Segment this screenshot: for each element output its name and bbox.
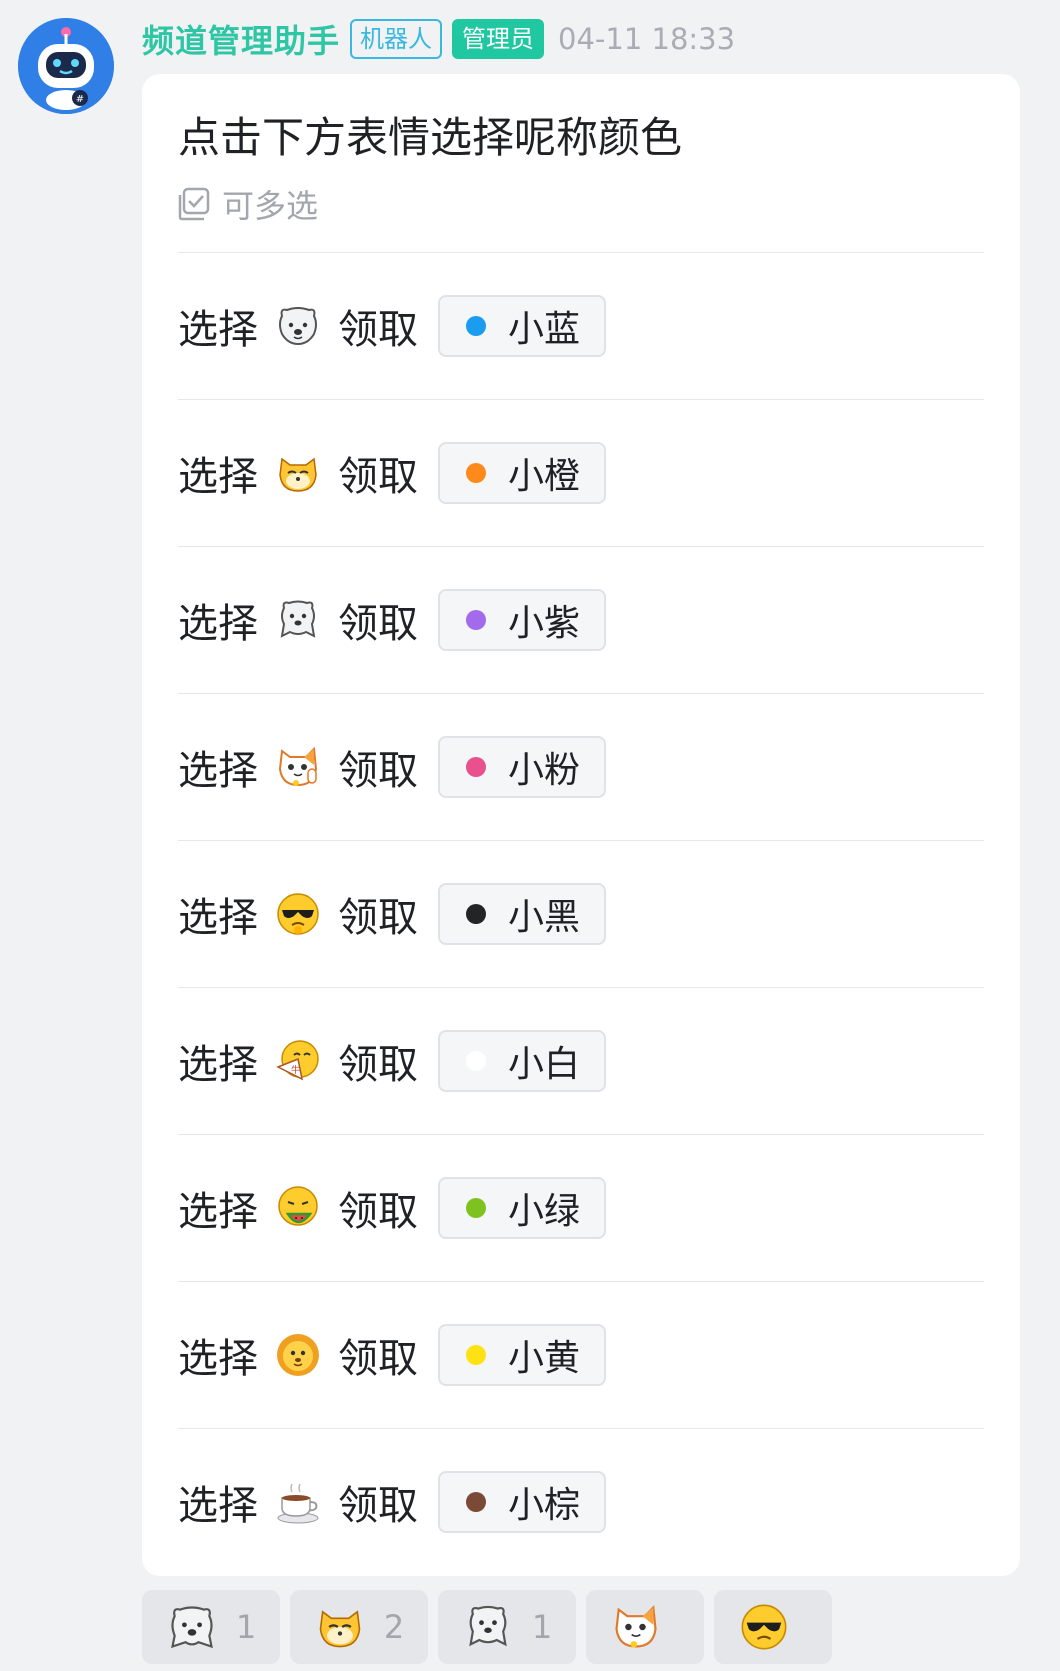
select-label: 选择	[178, 1336, 258, 1382]
watermelon-face-icon	[274, 1184, 322, 1232]
color-option-row: 选择 牛 领取 小白	[178, 987, 984, 1134]
color-option-row: 选择 领取 小紫	[178, 546, 984, 693]
lucky-cat-icon	[274, 743, 322, 791]
reaction-count: 1	[235, 1608, 257, 1646]
select-label: 选择	[178, 748, 258, 794]
reaction-count: 1	[531, 1608, 553, 1646]
color-button-orange[interactable]: 小橙	[438, 442, 606, 504]
lion-icon	[274, 1331, 322, 1379]
color-name: 小黄	[508, 1338, 581, 1379]
message-time: 04-11 18:33	[558, 22, 736, 56]
bot-badge: 机器人	[350, 19, 443, 59]
color-dot	[466, 1345, 486, 1365]
select-label: 选择	[178, 307, 258, 353]
lucky-cat-icon	[615, 1605, 657, 1648]
color-option-row: 选择 领取 小蓝	[178, 252, 984, 399]
color-option-list: 选择 领取 小蓝 选择 领取 小橙 选择 领取 小紫 选择 领取 小粉 选择 领…	[178, 252, 984, 1575]
select-label: 选择	[178, 454, 258, 500]
color-button-white[interactable]: 小白	[438, 1030, 606, 1092]
color-option-row: 选择 领取 小棕	[178, 1428, 984, 1575]
claim-label: 领取	[338, 1483, 418, 1529]
card-title: 点击下方表情选择呢称颜色	[178, 113, 683, 162]
coffee-icon	[274, 1478, 322, 1526]
bear-icon	[170, 1606, 213, 1649]
claim-label: 领取	[338, 748, 418, 794]
claim-label: 领取	[338, 1336, 418, 1382]
reaction-count: 2	[383, 1608, 405, 1646]
color-option-row: 选择 领取 小黄	[178, 1281, 984, 1428]
color-dot	[466, 1492, 486, 1512]
fan-face-icon: 牛	[274, 1037, 322, 1085]
multi-select-label: 可多选	[222, 187, 319, 225]
reaction-sunglasses[interactable]	[714, 1590, 832, 1664]
color-button-pink[interactable]: 小粉	[438, 736, 606, 798]
color-name: 小绿	[508, 1191, 581, 1232]
color-dot	[466, 757, 486, 777]
color-button-purple[interactable]: 小紫	[438, 589, 606, 651]
color-dot	[466, 463, 486, 483]
color-name: 小棕	[508, 1485, 581, 1526]
color-button-green[interactable]: 小绿	[438, 1177, 606, 1239]
claim-label: 领取	[338, 1189, 418, 1235]
sunglasses-face-icon	[274, 890, 322, 938]
color-dot	[466, 316, 486, 336]
message-header: 频道管理助手 机器人 管理员 04-11 18:33	[142, 16, 735, 62]
claim-label: 领取	[338, 601, 418, 647]
bear-icon	[274, 302, 322, 350]
color-dot	[466, 1198, 486, 1218]
svg-text:牛: 牛	[291, 1064, 300, 1076]
color-dot	[466, 1051, 486, 1071]
color-name: 小白	[508, 1044, 581, 1085]
reaction-lucky-cat[interactable]	[586, 1590, 704, 1664]
color-option-row: 选择 领取 小橙	[178, 399, 984, 546]
bear-waving-icon	[274, 596, 322, 644]
fox-icon	[274, 449, 322, 497]
fox-icon	[319, 1610, 361, 1648]
color-option-row: 选择 领取 小粉	[178, 693, 984, 840]
color-name: 小橙	[508, 456, 581, 497]
admin-badge: 管理员	[452, 19, 545, 59]
bot-avatar[interactable]: #	[18, 18, 114, 114]
color-button-brown[interactable]: 小棕	[438, 1471, 606, 1533]
message-card: 点击下方表情选择呢称颜色 可多选 选择 领取 小蓝 选择 领取 小橙 选择 领取…	[142, 74, 1020, 1576]
color-dot	[466, 904, 486, 924]
sender-name[interactable]: 频道管理助手	[142, 16, 340, 62]
color-dot	[466, 610, 486, 630]
color-option-row: 选择 领取 小绿	[178, 1134, 984, 1281]
reaction-bear-waving[interactable]: 1	[438, 1590, 576, 1664]
color-button-blue[interactable]: 小蓝	[438, 295, 606, 357]
color-name: 小蓝	[508, 309, 581, 350]
sunglasses-face-icon	[741, 1604, 787, 1650]
reaction-fox[interactable]: 2	[290, 1590, 428, 1664]
bear-waving-icon	[469, 1605, 507, 1647]
claim-label: 领取	[338, 1042, 418, 1088]
color-button-black[interactable]: 小黑	[438, 883, 606, 945]
color-button-yellow[interactable]: 小黄	[438, 1324, 606, 1386]
robot-icon: #	[18, 18, 114, 114]
claim-label: 领取	[338, 895, 418, 941]
checkbox-icon	[178, 187, 210, 221]
color-name: 小黑	[508, 897, 581, 938]
select-label: 选择	[178, 601, 258, 647]
reaction-bar: 1 2 1	[142, 1590, 832, 1664]
claim-label: 领取	[338, 307, 418, 353]
claim-label: 领取	[338, 454, 418, 500]
select-label: 选择	[178, 895, 258, 941]
svg-text:#: #	[76, 94, 84, 105]
select-label: 选择	[178, 1189, 258, 1235]
select-label: 选择	[178, 1042, 258, 1088]
color-name: 小粉	[508, 750, 581, 791]
color-option-row: 选择 领取 小黑	[178, 840, 984, 987]
reaction-bear[interactable]: 1	[142, 1590, 280, 1664]
color-name: 小紫	[508, 603, 581, 644]
multi-select-hint: 可多选	[178, 184, 319, 225]
select-label: 选择	[178, 1483, 258, 1529]
